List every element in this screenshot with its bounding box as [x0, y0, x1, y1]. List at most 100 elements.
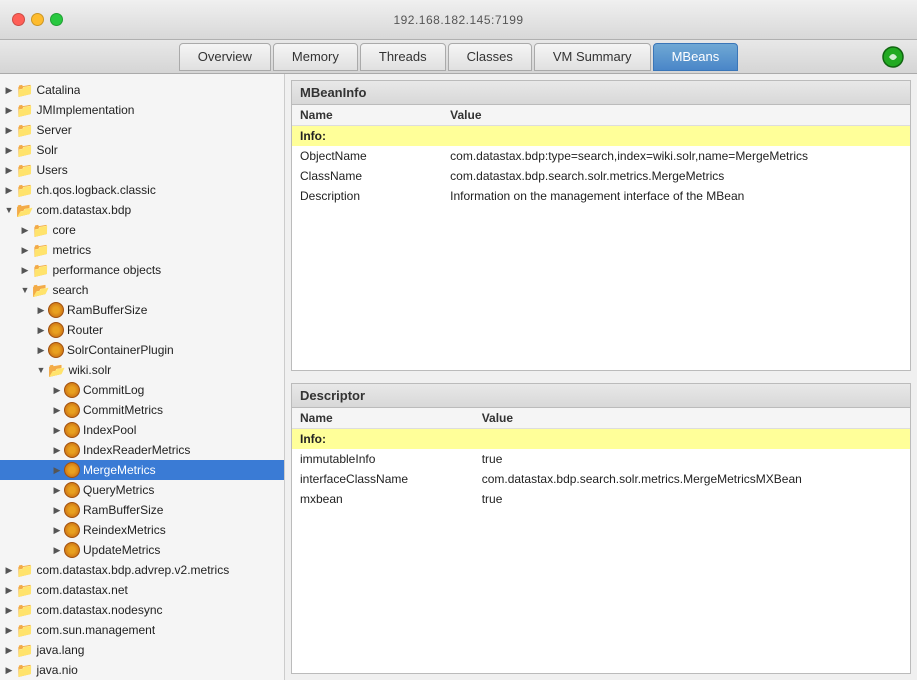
tree-item-label: CommitLog: [83, 383, 144, 397]
mbean-icon: [64, 442, 80, 458]
tree-arrow: [50, 403, 64, 417]
tree-item-label: java.lang: [36, 643, 84, 657]
mbeaninfo-col-name: Name: [292, 105, 442, 126]
tree-item-label: java.nio: [36, 663, 77, 677]
tree-item-server[interactable]: 📁Server: [0, 120, 284, 140]
row-name: ObjectName: [292, 146, 442, 166]
tree-item-router[interactable]: Router: [0, 320, 284, 340]
tree-arrow: [2, 623, 16, 637]
minimize-button[interactable]: [31, 13, 44, 26]
tree-arrow: [18, 223, 32, 237]
tree-arrow: [50, 523, 64, 537]
folder-icon: 📁: [16, 602, 33, 619]
tree-item-commitlog[interactable]: CommitLog: [0, 380, 284, 400]
tree-arrow: [2, 603, 16, 617]
tree-item-perf-objects[interactable]: 📁performance objects: [0, 260, 284, 280]
tree-item-solrcontainerplugin[interactable]: SolrContainerPlugin: [0, 340, 284, 360]
tree-item-core[interactable]: 📁core: [0, 220, 284, 240]
tree-item-search[interactable]: 📂search: [0, 280, 284, 300]
mbeaninfo-highlight-row: Info:: [292, 126, 910, 147]
tree-item-com-datastax-nodesync[interactable]: 📁com.datastax.nodesync: [0, 600, 284, 620]
maximize-button[interactable]: [50, 13, 63, 26]
tab-memory[interactable]: Memory: [273, 43, 358, 71]
tree-arrow: [50, 423, 64, 437]
row-value: true: [474, 489, 910, 509]
tab-threads[interactable]: Threads: [360, 43, 446, 71]
folder-icon: 📁: [16, 622, 33, 639]
tree-panel[interactable]: 📁Catalina📁JMImplementation📁Server📁Solr📁U…: [0, 74, 285, 680]
window-title: 192.168.182.145:7199: [393, 13, 523, 27]
tree-item-label: Router: [67, 323, 103, 337]
tree-item-label: RamBufferSize: [83, 503, 163, 517]
mbean-icon: [64, 482, 80, 498]
tree-arrow: [18, 263, 32, 277]
tree-item-com-datastax-bdp-advrep[interactable]: 📁com.datastax.bdp.advrep.v2.metrics: [0, 560, 284, 580]
table-row: mxbeantrue: [292, 489, 910, 509]
tree-item-catalina[interactable]: 📁Catalina: [0, 80, 284, 100]
folder-icon: 📁: [16, 82, 33, 99]
tree-item-label: Solr: [36, 143, 57, 157]
tree-item-metrics[interactable]: 📁metrics: [0, 240, 284, 260]
tree-item-mergemetrics[interactable]: MergeMetrics: [0, 460, 284, 480]
tree-item-java-lang[interactable]: 📁java.lang: [0, 640, 284, 660]
tree-arrow: [18, 243, 32, 257]
descriptor-table: Name Value Info:immutableInfotrueinterfa…: [292, 408, 910, 509]
close-button[interactable]: [12, 13, 25, 26]
tab-vm-summary[interactable]: VM Summary: [534, 43, 651, 71]
tree-item-users[interactable]: 📁Users: [0, 160, 284, 180]
mbean-icon: [64, 422, 80, 438]
tree-item-indexpool[interactable]: IndexPool: [0, 420, 284, 440]
folder-icon: 📁: [16, 142, 33, 159]
tree-arrow: [2, 103, 16, 117]
row-value: com.datastax.bdp.search.solr.metrics.Mer…: [474, 469, 910, 489]
tree-arrow: [34, 323, 48, 337]
tree-item-label: core: [52, 223, 75, 237]
tree-item-wiki-solr[interactable]: 📂wiki.solr: [0, 360, 284, 380]
tree-item-label: Catalina: [36, 83, 80, 97]
tree-arrow: [34, 363, 48, 377]
mbeaninfo-section: MBeanInfo Name Value Info:ObjectNamecom.…: [291, 80, 911, 371]
tree-item-indexreadermetrics[interactable]: IndexReaderMetrics: [0, 440, 284, 460]
mbean-icon: [48, 322, 64, 338]
tree-item-java-nio[interactable]: 📁java.nio: [0, 660, 284, 680]
tree-item-label: ReindexMetrics: [83, 523, 166, 537]
tree-item-ch-qos[interactable]: 📁ch.qos.logback.classic: [0, 180, 284, 200]
table-row: ClassNamecom.datastax.bdp.search.solr.me…: [292, 166, 910, 186]
tree-item-updatemetrics[interactable]: UpdateMetrics: [0, 540, 284, 560]
tree-item-querymetrics[interactable]: QueryMetrics: [0, 480, 284, 500]
mbean-icon: [64, 382, 80, 398]
tree-item-label: QueryMetrics: [83, 483, 154, 497]
tree-item-label: metrics: [52, 243, 91, 257]
tree-item-com-datastax-bdp[interactable]: 📂com.datastax.bdp: [0, 200, 284, 220]
tab-mbeans[interactable]: MBeans: [653, 43, 739, 71]
tree-item-label: com.datastax.net: [36, 583, 127, 597]
tab-overview[interactable]: Overview: [179, 43, 271, 71]
folder-icon: 📁: [16, 562, 33, 579]
tree-arrow: [2, 563, 16, 577]
tree-item-commitmetrics[interactable]: CommitMetrics: [0, 400, 284, 420]
tree-item-com-datastax-net[interactable]: 📁com.datastax.net: [0, 580, 284, 600]
tab-classes[interactable]: Classes: [448, 43, 532, 71]
tree-item-solr[interactable]: 📁Solr: [0, 140, 284, 160]
tree-item-label: com.datastax.nodesync: [36, 603, 162, 617]
tree-item-reindexmetrics[interactable]: ReindexMetrics: [0, 520, 284, 540]
tree-arrow: [2, 123, 16, 137]
tree-item-com-sun-management[interactable]: 📁com.sun.management: [0, 620, 284, 640]
tree-item-rambuffersize[interactable]: RamBufferSize: [0, 300, 284, 320]
mbean-icon: [48, 302, 64, 318]
folder-icon: 📁: [16, 162, 33, 179]
tree-arrow: [34, 303, 48, 317]
mbean-icon: [64, 502, 80, 518]
tree-item-label: ch.qos.logback.classic: [36, 183, 155, 197]
titlebar: 192.168.182.145:7199: [0, 0, 917, 40]
connect-icon[interactable]: [881, 45, 905, 69]
row-value: true: [474, 449, 910, 469]
tree-item-label: SolrContainerPlugin: [67, 343, 174, 357]
folder-icon: 📁: [32, 222, 49, 239]
tree-item-jimplementation[interactable]: 📁JMImplementation: [0, 100, 284, 120]
tree-arrow: [50, 483, 64, 497]
tree-item-rambuffersize2[interactable]: RamBufferSize: [0, 500, 284, 520]
row-name: ClassName: [292, 166, 442, 186]
tree-arrow: [50, 463, 64, 477]
mbean-icon: [48, 342, 64, 358]
